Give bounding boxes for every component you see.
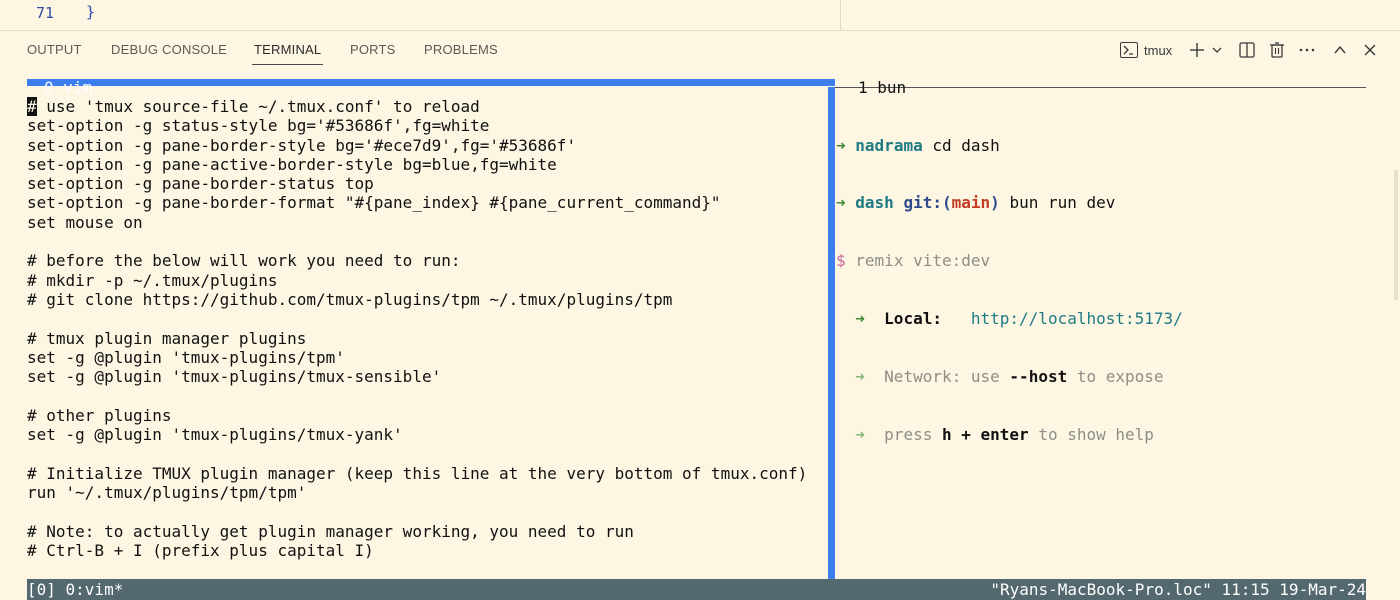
- vim-line: set-option -g pane-border-format "#{pane…: [27, 193, 721, 213]
- shell-line: ➜ dash git:(main) bun run dev: [836, 193, 1116, 213]
- trash-icon: [1270, 42, 1284, 58]
- vim-line: set-option -g status-style bg='#53686f',…: [27, 116, 490, 136]
- vim-line: # git clone https://github.com/tmux-plug…: [27, 289, 673, 309]
- vim-line: # Initialize TMUX plugin manager (keep t…: [27, 463, 808, 483]
- split-icon: [1239, 42, 1255, 58]
- inactive-pane-border-top: [835, 87, 1366, 88]
- chevron-up-icon: [1334, 45, 1346, 54]
- vim-line: set -g @plugin 'tmux-plugins/tmux-yank': [27, 425, 403, 445]
- vite-local-line: ➜ Local: http://localhost:5173/: [855, 309, 1183, 329]
- vim-line: [27, 386, 827, 405]
- active-pane-border-top: [27, 79, 835, 86]
- editor-line-text[interactable]: }: [86, 3, 95, 21]
- plus-icon: [1190, 43, 1204, 57]
- close-panel-button[interactable]: [1359, 38, 1381, 62]
- editor-split-divider: [840, 0, 841, 30]
- terminal-label: tmux: [1144, 42, 1173, 58]
- editor-line-number: 71: [36, 4, 55, 22]
- vim-line: [27, 502, 827, 521]
- vim-pane[interactable]: # use 'tmux source-file ~/.tmux.conf' to…: [27, 97, 827, 560]
- pane-title-vim: 0 vim: [44, 78, 93, 97]
- local-url-link[interactable]: http://localhost:5173/: [971, 309, 1183, 328]
- vim-line: # use 'tmux source-file ~/.tmux.conf' to…: [27, 97, 827, 116]
- terminal-icon: [1120, 42, 1138, 58]
- vim-line: set-option -g pane-active-border-style b…: [27, 154, 557, 174]
- status-host-time: "Ryans-MacBook-Pro.loc" 11:15 19-Mar-24: [990, 580, 1366, 599]
- status-window-list[interactable]: [0] 0:vim*: [27, 579, 123, 600]
- more-actions-button[interactable]: [1296, 38, 1318, 62]
- vite-help-line: ➜ press h + enter to show help: [855, 425, 1154, 445]
- split-terminal-button[interactable]: [1236, 38, 1258, 62]
- vim-cursor: #: [27, 97, 37, 116]
- kill-terminal-button[interactable]: [1266, 38, 1288, 62]
- tmux-status-bar: [0] 0:vim* "Ryans-MacBook-Pro.loc" 11:15…: [27, 579, 1366, 600]
- pane-title-bun: 1 bun: [858, 78, 907, 97]
- panel-actions: tmux: [0, 38, 1400, 62]
- vim-line: # tmux plugin manager plugins: [27, 328, 307, 348]
- vim-line: # other plugins: [27, 405, 172, 425]
- vim-line: run '~/.tmux/plugins/tpm/tpm': [27, 482, 307, 502]
- new-terminal-button[interactable]: [1186, 38, 1208, 62]
- editor-strip: 71 }: [0, 0, 1400, 31]
- vim-line: set-option -g pane-border-style bg='#ece…: [27, 135, 577, 155]
- vim-line: [27, 309, 827, 328]
- terminal-dropdown-button[interactable]: [1209, 38, 1225, 62]
- more-icon: [1299, 48, 1315, 52]
- bun-pane[interactable]: ➜ nadrama cd dash ➜ dash git:(main) bun …: [836, 97, 1366, 483]
- scrollbar[interactable]: [1394, 170, 1398, 300]
- vim-line: [27, 444, 827, 463]
- chevron-down-icon: [1212, 47, 1222, 53]
- active-tab-indicator: [252, 64, 323, 65]
- vim-line: # mkdir -p ~/.tmux/plugins: [27, 270, 278, 290]
- vim-line: set -g @plugin 'tmux-plugins/tmux-sensib…: [27, 367, 442, 387]
- close-icon: [1364, 44, 1376, 56]
- vim-line: [27, 232, 827, 251]
- active-pane-border-right: [828, 87, 835, 579]
- vim-line-rest: use 'tmux source-file ~/.tmux.conf' to r…: [36, 97, 480, 116]
- vim-line: set-option -g pane-border-status top: [27, 174, 374, 194]
- maximize-panel-button[interactable]: [1329, 38, 1351, 62]
- shell-line: $ remix vite:dev: [836, 251, 991, 271]
- vite-network-line: ➜ Network: use --host to expose: [855, 367, 1164, 387]
- vim-line: # before the below will work you need to…: [27, 251, 461, 271]
- vim-line: # Ctrl-B + I (prefix plus capital I): [27, 540, 374, 560]
- shell-line: ➜ nadrama cd dash: [836, 135, 1000, 155]
- terminal-selector[interactable]: tmux: [1120, 38, 1180, 62]
- vim-line: set -g @plugin 'tmux-plugins/tpm': [27, 347, 345, 367]
- terminal-area[interactable]: 0 vim 1 bun # use 'tmux source-file ~/.t…: [0, 70, 1400, 600]
- vim-line: # Note: to actually get plugin manager w…: [27, 521, 634, 541]
- vim-line: set mouse on: [27, 212, 143, 232]
